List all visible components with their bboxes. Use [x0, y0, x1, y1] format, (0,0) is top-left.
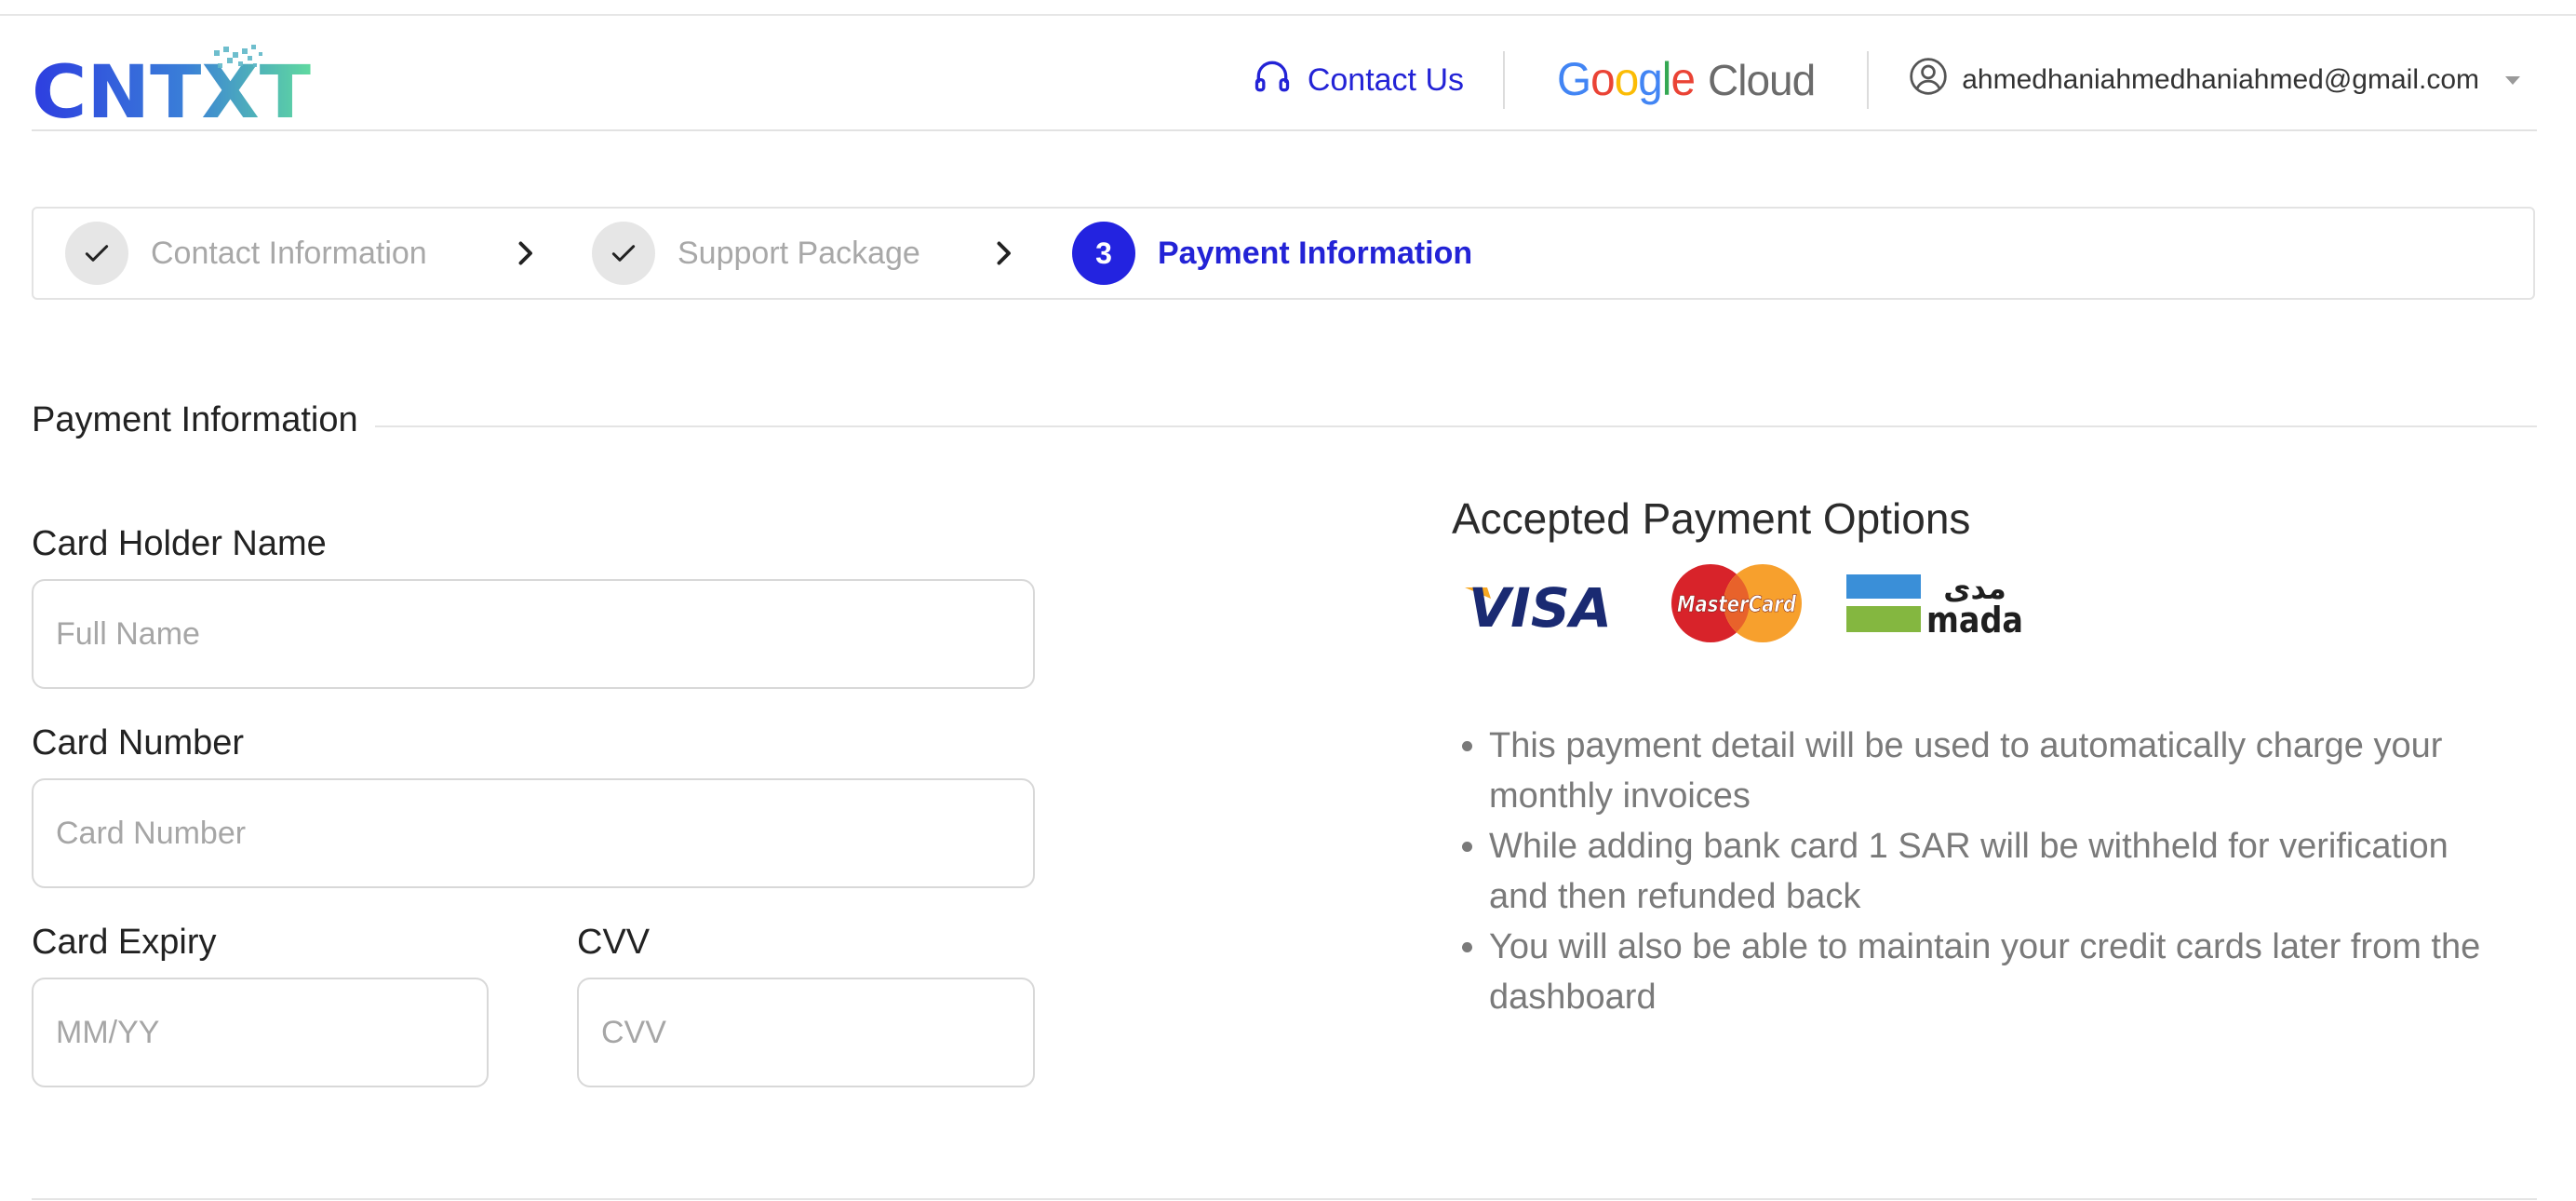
mada-logo: مدى mada: [1846, 571, 2027, 641]
card-number-label: Card Number: [32, 723, 245, 762]
payment-logos: VISA MasterCard مدى mada: [1463, 562, 2027, 649]
visa-logo: VISA: [1463, 571, 1616, 641]
chevron-right-icon: [986, 236, 1020, 275]
svg-text:VISA: VISA: [1469, 576, 1612, 636]
headset-icon: [1252, 56, 1293, 105]
mastercard-logo: MasterCard: [1670, 562, 1804, 649]
step-support-package[interactable]: Support Package: [592, 209, 920, 298]
card-expiry-input[interactable]: [32, 978, 489, 1087]
chevron-right-icon: [508, 236, 542, 275]
step-contact-information[interactable]: Contact Information: [65, 209, 427, 298]
card-number-input[interactable]: [32, 778, 1035, 888]
cloud-wordmark: Cloud: [1708, 56, 1816, 104]
svg-text:Google: Google: [1557, 53, 1695, 105]
cntxt-logo[interactable]: CNTXT: [32, 43, 320, 123]
step-payment-information[interactable]: 3 Payment Information: [1072, 209, 1472, 298]
step-label: Payment Information: [1158, 235, 1473, 271]
list-item: This payment detail will be used to auto…: [1489, 721, 2494, 821]
step-label: Contact Information: [151, 235, 427, 271]
list-item: You will also be able to maintain your c…: [1489, 922, 2494, 1022]
caret-down-icon: [2505, 75, 2520, 85]
step-label: Support Package: [678, 235, 920, 271]
google-cloud-logo: Google Cloud: [1505, 52, 1867, 108]
step-number-badge: 3: [1072, 222, 1135, 285]
contact-us-label: Contact Us: [1307, 61, 1465, 98]
section-title: Payment Information: [32, 400, 375, 440]
svg-text:mada: mada: [1926, 600, 2023, 636]
top-border: [0, 14, 2576, 16]
account-email: ahmedhaniahmedhaniahmed@gmail.com: [1962, 64, 2479, 95]
card-holder-label: Card Holder Name: [32, 524, 327, 563]
bottom-divider: [32, 1198, 2537, 1200]
card-expiry-label: Card Expiry: [32, 923, 217, 962]
list-item: While adding bank card 1 SAR will be wit…: [1489, 821, 2494, 922]
header-actions: Contact Us Google Cloud ahmedhaniahmedha…: [1252, 45, 2520, 115]
check-icon: [592, 222, 655, 285]
payment-notes-list: This payment detail will be used to auto…: [1452, 721, 2494, 1022]
card-holder-name-input[interactable]: [32, 579, 1035, 689]
svg-text:CNTXT: CNTXT: [32, 51, 311, 123]
cvv-input[interactable]: [577, 978, 1035, 1087]
account-menu[interactable]: ahmedhaniahmedhaniahmed@gmail.com: [1869, 56, 2520, 104]
accepted-payment-title: Accepted Payment Options: [1452, 494, 1971, 543]
check-icon: [65, 222, 128, 285]
user-circle-icon: [1908, 56, 1949, 104]
header-divider-line: [32, 129, 2537, 131]
cvv-label: CVV: [577, 923, 651, 962]
svg-text:MasterCard: MasterCard: [1677, 591, 1797, 617]
checkout-stepper: Contact Information Support Package 3 Pa…: [32, 207, 2535, 300]
contact-us-link[interactable]: Contact Us: [1252, 56, 1503, 105]
section-divider: [32, 425, 2537, 427]
